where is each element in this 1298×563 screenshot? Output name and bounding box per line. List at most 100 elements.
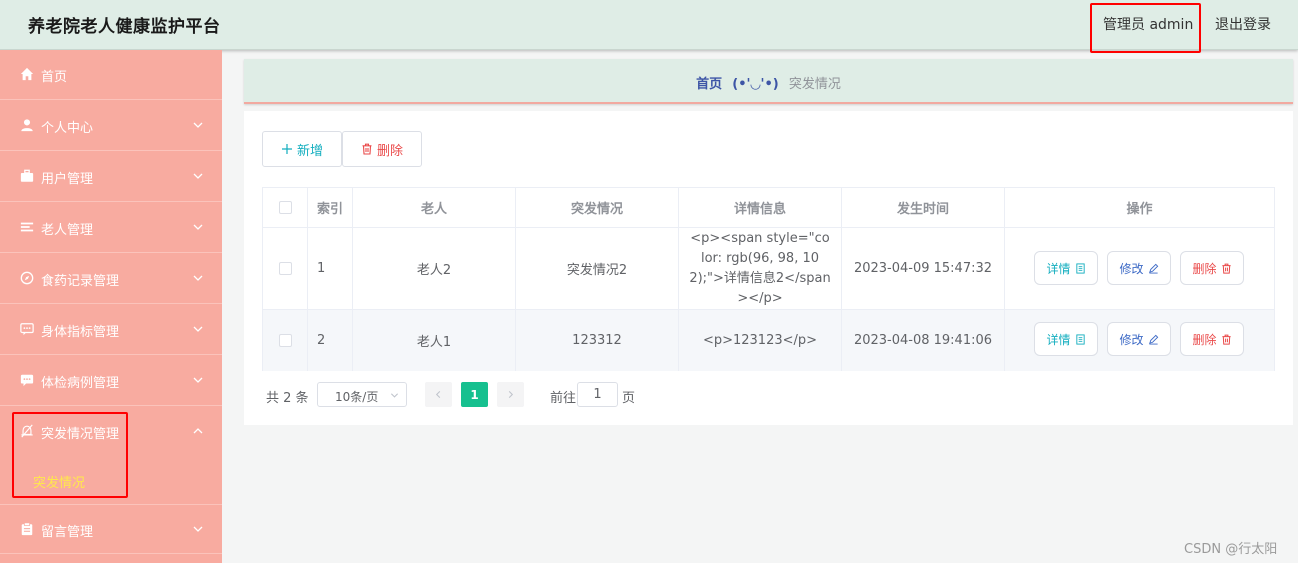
header-time: 发生时间 [842,188,1005,227]
sidebar-item-label: 身体指标管理 [41,325,120,340]
header-elder: 老人 [353,188,516,227]
breadcrumb: 首页 (•'◡'•) 突发情况 [244,59,1293,104]
chevron-left-icon [435,390,441,399]
emergency-table: 索引 老人 突发情况 详情信息 发生时间 操作 1 老人2 突发情况2 <p><… [262,187,1275,371]
prev-page-button[interactable] [425,382,452,407]
cell-index: 2 [308,310,353,371]
goto-page-suffix: 页 [622,391,636,406]
add-button[interactable]: 新增 [262,131,342,167]
cell-actions: 详情 修改 删除 [1005,310,1274,371]
cell-elder: 老人1 [353,310,516,371]
home-icon [20,67,34,81]
page-number-current[interactable]: 1 [461,382,488,407]
chevron-down-icon [193,122,203,128]
edit-button-label: 修改 [1119,332,1144,347]
document-icon [1075,262,1085,274]
cell-time: 2023-04-08 19:41:06 [842,310,1005,371]
goto-label: 前往 [550,391,577,406]
sidebar-item-label: 首页 [41,70,68,85]
chat-dots-icon [20,322,34,336]
row-checkbox[interactable] [278,262,292,275]
header-emergency: 突发情况 [516,188,679,227]
sidebar-highlight-box [12,412,128,498]
detail-button[interactable]: 详情 [1034,251,1098,285]
sidebar-item-label: 留言管理 [41,525,94,540]
document-icon [1075,333,1085,345]
breadcrumb-separator: (•'◡'•) [732,77,779,92]
row-delete-button[interactable]: 删除 [1180,322,1244,356]
pencil-icon [1148,263,1158,274]
page-size-select[interactable]: 10条/页 [317,382,407,407]
pagination-total: 共 2 条 [266,391,309,406]
row-delete-button-label: 删除 [1192,261,1217,276]
chevron-down-icon [193,326,203,332]
cell-emergency: 突发情况2 [516,228,679,309]
table-header-row: 索引 老人 突发情况 详情信息 发生时间 操作 [263,188,1274,228]
sidebar-item-elders[interactable]: 老人管理 [0,203,222,253]
chat-icon [20,373,34,387]
app-title: 养老院老人健康监护平台 [28,17,221,37]
admin-user-label: 管理员 admin [1103,17,1194,33]
chevron-down-icon [193,275,203,281]
detail-button-label: 详情 [1046,332,1071,347]
sidebar-item-medical-records[interactable]: 体检病例管理 [0,356,222,406]
delete-button-label: 删除 [376,143,403,159]
sidebar-item-personal[interactable]: 个人中心 [0,101,222,151]
sidebar-item-label: 体检病例管理 [41,376,120,391]
cell-elder: 老人2 [353,228,516,309]
watermark: CSDN @行太阳 [1184,542,1278,557]
goto-page-input[interactable] [577,382,618,407]
sidebar-item-users[interactable]: 用户管理 [0,152,222,202]
table-row: 1 老人2 突发情况2 <p><span style="color: rgb(9… [263,228,1274,310]
chevron-down-icon [193,377,203,383]
sidebar-item-body-metrics[interactable]: 身体指标管理 [0,305,222,355]
cell-detail: <p>123123</p> [702,332,818,348]
select-all-checkbox[interactable] [278,201,292,214]
table-row: 2 老人1 123312 <p>123123</p> 2023-04-08 19… [263,310,1274,371]
logout-link[interactable]: 退出登录 [1215,14,1271,34]
sidebar-item-home[interactable]: 首页 [0,50,222,100]
user-icon [20,118,34,132]
compass-icon [20,271,34,285]
row-checkbox[interactable] [278,334,292,347]
cell-detail: <p><span style="color: rgb(96, 98, 102);… [689,230,831,306]
sidebar-item-label: 用户管理 [41,172,94,187]
header-index: 索引 [308,188,353,227]
sidebar-item-label: 食药记录管理 [41,274,120,289]
cell-time: 2023-04-09 15:47:32 [842,228,1005,309]
sidebar-item-label: 个人中心 [41,121,94,136]
header-detail: 详情信息 [679,188,842,227]
trash-icon [1221,263,1231,274]
edit-button[interactable]: 修改 [1107,322,1171,356]
briefcase-icon [20,169,34,183]
breadcrumb-home-link[interactable]: 首页 [696,77,722,92]
chevron-down-icon [193,526,203,532]
trash-icon [362,143,372,155]
edit-button-label: 修改 [1119,261,1144,276]
add-button-label: 新增 [296,143,323,159]
chevron-down-icon [193,173,203,179]
plus-icon [281,144,292,154]
sidebar-item-label: 老人管理 [41,223,94,238]
sidebar-item-messages[interactable]: 留言管理 [0,504,222,554]
row-delete-button[interactable]: 删除 [1180,251,1244,285]
detail-button[interactable]: 详情 [1034,322,1098,356]
breadcrumb-current: 突发情况 [788,77,841,92]
cell-emergency: 123312 [516,310,679,371]
detail-button-label: 详情 [1046,261,1071,276]
chevron-down-icon [390,393,399,398]
chevron-up-icon [193,428,203,434]
list-icon [20,220,34,234]
page-size-value: 10条/页 [335,390,379,404]
cell-index: 1 [308,228,353,309]
next-page-button[interactable] [497,382,524,407]
cell-actions: 详情 修改 删除 [1005,228,1274,309]
trash-icon [1221,334,1231,345]
chevron-right-icon [508,390,514,399]
row-delete-button-label: 删除 [1192,332,1217,347]
edit-button[interactable]: 修改 [1107,251,1171,285]
sidebar-item-food-medicine[interactable]: 食药记录管理 [0,254,222,304]
clipboard-icon [20,522,34,536]
chevron-down-icon [193,224,203,230]
delete-button[interactable]: 删除 [342,131,422,167]
